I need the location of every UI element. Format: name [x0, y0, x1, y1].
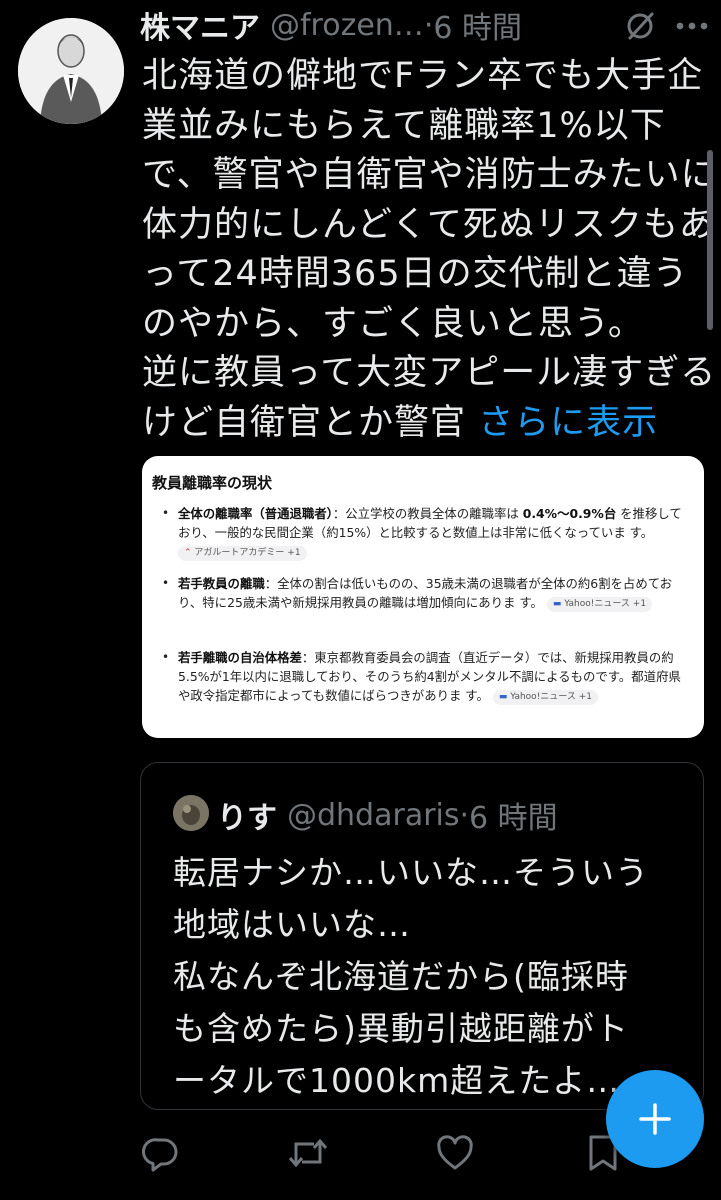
reply-icon[interactable]	[141, 1134, 180, 1176]
source-icon: ⌃	[184, 548, 192, 558]
post-text-line: 逆に教員って大変アピール凄すぎる	[142, 353, 717, 393]
post-dot: ·	[423, 7, 434, 43]
item-text: ：公立学校の教員全体の離職率は	[332, 506, 523, 521]
show-more-link[interactable]: さらに表示	[478, 403, 658, 443]
quoted-author-handle: @dhdararis	[287, 797, 460, 833]
more-icon[interactable]	[672, 8, 712, 48]
source-label: Yahoo!ニュース +1	[564, 599, 647, 609]
quoted-text-line: 私なんぞ北海道だから(臨採時	[173, 957, 629, 996]
quoted-author-avatar	[173, 795, 209, 831]
item-highlight: 0.4%〜0.9%台	[522, 506, 617, 521]
quoted-post[interactable]: りす @dhdararis · 6 時間 転居ナシか…いいな…そういう 地域はい…	[140, 762, 704, 1110]
quoted-post-dot: ·	[459, 797, 470, 833]
quoted-post-text: 転居ナシか…いいな…そういう 地域はいいな… 私なんぞ北海道だから(臨採時 も含…	[173, 847, 693, 1107]
post-text-line: 業並みにもらえて離職率1%以下	[142, 105, 666, 146]
post-text-line: のやから、すごく良いと思う。	[142, 303, 644, 344]
post-text-line: で、警官や自衛官や消防士みたいに	[142, 155, 717, 195]
source-icon: ▬	[552, 599, 562, 609]
author-handle[interactable]: @frozen…	[270, 8, 424, 43]
post-text-line: 体力的にしんどくて死ぬリスクもあ	[142, 204, 715, 245]
source-chip: ▬ Yahoo!ニュース +1	[492, 690, 598, 705]
quoted-text-line: 転居ナシか…いいな…そういう	[173, 853, 649, 892]
bullet: •	[162, 650, 170, 664]
quoted-text-line: 地域はいいな…	[173, 905, 411, 944]
item-label: 若手離職の自治体格差	[178, 650, 302, 665]
card-list-item: • 若手教員の離職：全体の割合は低いものの、35歳未満の退職者が全体の約6割を占…	[152, 574, 692, 612]
source-chip: ▬ Yahoo!ニュース +1	[546, 597, 653, 612]
bullet: •	[162, 506, 170, 520]
post-time[interactable]: 6 時間	[433, 3, 522, 47]
quoted-author-name: りす	[217, 801, 277, 836]
item-label: 若手教員の離職	[178, 576, 265, 591]
author-name[interactable]: 株マニア	[140, 3, 260, 47]
item-label: 全体の離職率（普通退職者）	[178, 506, 333, 521]
post-text-last-line: けど自衛官とか警官 さらに表示	[142, 399, 712, 449]
attached-image[interactable]: 教員離職率の現状 • 全体の離職率（普通退職者）：公立学校の教員全体の離職率は …	[142, 456, 704, 738]
bullet: •	[162, 576, 170, 590]
repost-icon[interactable]	[288, 1134, 328, 1176]
post-text-line: 北海道の僻地でFラン卒でも大手企	[142, 56, 704, 96]
author-avatar[interactable]	[18, 18, 124, 124]
post-text-last: けど自衛官とか警官	[142, 402, 467, 443]
quoted-post-time: 6 時間	[469, 801, 558, 836]
card-list-item: • 若手離職の自治体格差：東京都教育委員会の調査（直近データ）では、新規採用教員…	[152, 648, 692, 705]
post-text: 北海道の僻地でFラン卒でも大手企 業並みにもらえて離職率1%以下 で、警官や自衛…	[142, 52, 717, 449]
source-chip: ⌃ アガルートアカデミー +1	[178, 546, 307, 561]
source-icon: ▬	[498, 692, 508, 702]
post-text-line: って24時間365日の交代制と違う	[142, 254, 689, 294]
scrollbar[interactable]	[707, 150, 713, 330]
source-label: Yahoo!ニュース +1	[510, 692, 592, 702]
grok-icon[interactable]	[622, 8, 658, 48]
compose-plus-icon	[639, 1103, 671, 1135]
card-title: 教員離職率の現状	[152, 474, 273, 492]
quoted-post-header: りす @dhdararis · 6 時間	[217, 793, 558, 837]
card-list-item: • 全体の離職率（普通退職者）：公立学校の教員全体の離職率は 0.4%〜0.9%…	[152, 504, 692, 561]
source-label: アガルートアカデミー +1	[194, 548, 301, 558]
like-icon[interactable]	[436, 1134, 474, 1176]
compose-button[interactable]	[606, 1070, 704, 1168]
quoted-text-line: も含めたら)異動引越距離がト	[173, 1009, 629, 1048]
